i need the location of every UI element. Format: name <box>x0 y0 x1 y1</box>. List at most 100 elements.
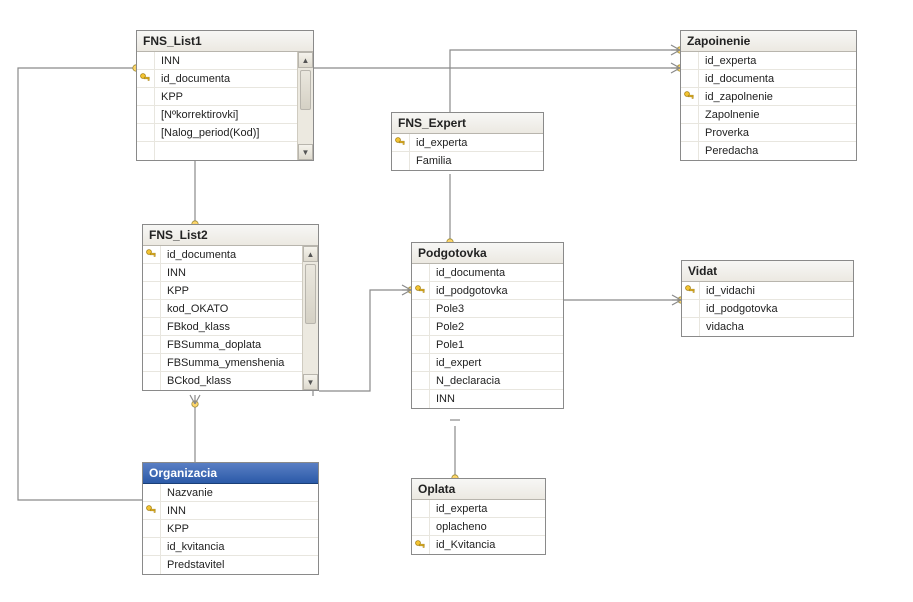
field-name: Zapolnenie <box>699 109 856 121</box>
field-name: Pole1 <box>430 339 563 351</box>
table-row[interactable]: KPP <box>143 282 302 300</box>
table-row[interactable]: id_kvitancia <box>143 538 318 556</box>
field-name: id_podgotovka <box>700 303 853 315</box>
table-header[interactable]: Vidat <box>682 261 853 282</box>
field-name: [Nalog_period(Kod)] <box>155 127 297 139</box>
scroll-thumb[interactable] <box>300 70 311 110</box>
primary-key-icon <box>140 73 151 84</box>
table-row[interactable]: id_Kvitancia <box>412 536 545 554</box>
table-row[interactable]: id_experta <box>412 500 545 518</box>
table-row[interactable]: Pole1 <box>412 336 563 354</box>
table-header[interactable]: Podgotovka <box>412 243 563 264</box>
table-header[interactable]: Organizacia <box>143 463 318 484</box>
table-row[interactable]: INN <box>137 52 297 70</box>
field-name: id_documenta <box>699 73 856 85</box>
field-name: id_podgotovka <box>430 285 563 297</box>
table-row[interactable]: KPP <box>143 520 318 538</box>
table-row[interactable]: [Nºkorrektirovki] <box>137 106 297 124</box>
field-name: Familia <box>410 155 543 167</box>
field-name: id_experta <box>430 503 545 515</box>
scroll-down-button[interactable]: ▼ <box>298 144 313 160</box>
field-name: vidacha <box>700 321 853 333</box>
table-organizacia[interactable]: Organizacia Nazvanie INN KPP id_kvitanci… <box>142 462 319 575</box>
table-oplata[interactable]: Oplata id_experta oplacheno id_Kvitancia <box>411 478 546 555</box>
primary-key-icon <box>146 249 157 260</box>
field-name: id_zapolnenie <box>699 91 856 103</box>
table-fns-expert[interactable]: FNS_Expert id_experta Familia <box>391 112 544 171</box>
table-row[interactable] <box>137 142 297 160</box>
table-fns-list2[interactable]: FNS_List2 id_documenta INN KPP kod_OKATO… <box>142 224 319 391</box>
field-name: kod_OKATO <box>161 303 302 315</box>
scrollbar[interactable]: ▲ ▼ <box>297 52 313 160</box>
scroll-up-button[interactable]: ▲ <box>298 52 313 68</box>
table-row[interactable]: id_experta <box>392 134 543 152</box>
table-row[interactable]: FBkod_klass <box>143 318 302 336</box>
table-row[interactable]: FBSumma_doplata <box>143 336 302 354</box>
table-row[interactable]: Pole3 <box>412 300 563 318</box>
table-title: Zapoinenie <box>687 34 750 48</box>
table-row[interactable]: id_podgotovka <box>412 282 563 300</box>
primary-key-icon <box>684 91 695 102</box>
field-name: Pole2 <box>430 321 563 333</box>
table-header[interactable]: Oplata <box>412 479 545 500</box>
table-row[interactable]: oplacheno <box>412 518 545 536</box>
table-row[interactable]: INN <box>143 502 318 520</box>
table-row[interactable]: Pole2 <box>412 318 563 336</box>
table-vidat[interactable]: Vidat id_vidachi id_podgotovka vidacha <box>681 260 854 337</box>
table-row[interactable]: KPP <box>137 88 297 106</box>
table-row[interactable]: N_declaracia <box>412 372 563 390</box>
table-podgotovka[interactable]: Podgotovka id_documenta id_podgotovka Po… <box>411 242 564 409</box>
table-row[interactable]: Familia <box>392 152 543 170</box>
table-row[interactable]: FBSumma_ymenshenia <box>143 354 302 372</box>
table-title: FNS_Expert <box>398 116 466 130</box>
field-name: Peredacha <box>699 145 856 157</box>
table-row[interactable]: INN <box>143 264 302 282</box>
table-header[interactable]: Zapoinenie <box>681 31 856 52</box>
scroll-thumb[interactable] <box>305 264 316 324</box>
scroll-down-button[interactable]: ▼ <box>303 374 318 390</box>
field-name: id_experta <box>410 137 543 149</box>
table-row[interactable]: Peredacha <box>681 142 856 160</box>
primary-key-icon <box>415 540 426 551</box>
table-row[interactable]: id_expert <box>412 354 563 372</box>
table-row[interactable]: [Nalog_period(Kod)] <box>137 124 297 142</box>
scroll-up-button[interactable]: ▲ <box>303 246 318 262</box>
table-row[interactable]: id_experta <box>681 52 856 70</box>
primary-key-icon <box>395 137 406 148</box>
field-name: oplacheno <box>430 521 545 533</box>
primary-key-icon <box>146 505 157 516</box>
table-row[interactable]: id_documenta <box>681 70 856 88</box>
table-row[interactable]: id_documenta <box>412 264 563 282</box>
field-name: Nazvanie <box>161 487 318 499</box>
table-row[interactable]: vidacha <box>682 318 853 336</box>
field-name: N_declaracia <box>430 375 563 387</box>
scrollbar[interactable]: ▲ ▼ <box>302 246 318 390</box>
field-name: KPP <box>161 523 318 535</box>
field-name: id_kvitancia <box>161 541 318 553</box>
field-name: Proverka <box>699 127 856 139</box>
table-header[interactable]: FNS_List1 <box>137 31 313 52</box>
table-row[interactable]: INN <box>412 390 563 408</box>
table-row[interactable]: Predstavitel <box>143 556 318 574</box>
field-name: id_vidachi <box>700 285 853 297</box>
table-row[interactable]: BCkod_klass <box>143 372 302 390</box>
field-name: id_documenta <box>161 249 302 261</box>
field-name: BCkod_klass <box>161 375 302 387</box>
table-title: Organizacia <box>149 466 217 480</box>
field-name: INN <box>161 505 318 517</box>
field-name: [Nºkorrektirovki] <box>155 109 297 121</box>
table-header[interactable]: FNS_List2 <box>143 225 318 246</box>
table-zapolnenie[interactable]: Zapoinenie id_experta id_documenta id_za… <box>680 30 857 161</box>
table-fns-list1[interactable]: FNS_List1 INN id_documenta KPP [Nºkorrek… <box>136 30 314 161</box>
field-name: id_documenta <box>430 267 563 279</box>
table-row[interactable]: Nazvanie <box>143 484 318 502</box>
table-header[interactable]: FNS_Expert <box>392 113 543 134</box>
table-row[interactable]: id_vidachi <box>682 282 853 300</box>
table-row[interactable]: id_zapolnenie <box>681 88 856 106</box>
table-row[interactable]: Zapolnenie <box>681 106 856 124</box>
table-row[interactable]: id_documenta <box>143 246 302 264</box>
table-row[interactable]: kod_OKATO <box>143 300 302 318</box>
table-row[interactable]: id_documenta <box>137 70 297 88</box>
table-row[interactable]: Proverka <box>681 124 856 142</box>
table-row[interactable]: id_podgotovka <box>682 300 853 318</box>
